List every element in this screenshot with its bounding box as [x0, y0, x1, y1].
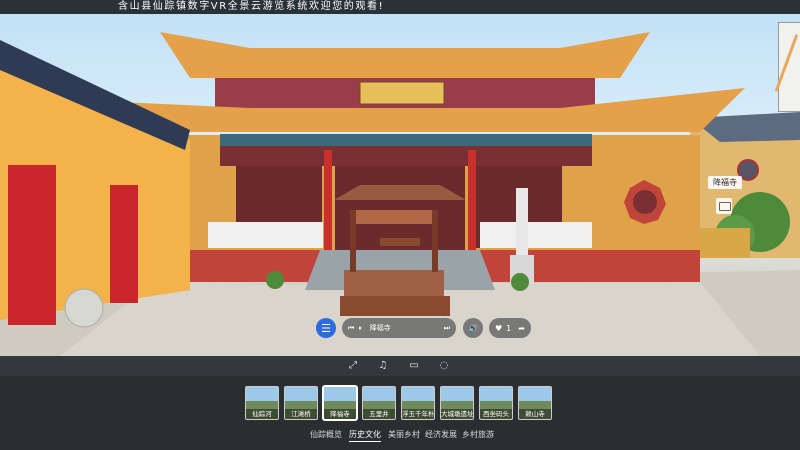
fullscreen-icon[interactable]: ⤢: [346, 360, 360, 372]
heart-icon[interactable]: ♥: [495, 324, 502, 333]
thumbnail-label: 赖山寺: [519, 409, 551, 419]
skip-forward-icon[interactable]: ⏭: [444, 324, 450, 333]
scene-thumbnail[interactable]: 降福寺: [323, 386, 357, 420]
thumbnail-label: 浮玉千年朴树: [402, 409, 434, 419]
thumbnail-label: 降福寺: [324, 409, 356, 419]
track-title: 降福寺: [369, 324, 391, 332]
panorama-view[interactable]: 降福寺: [0, 0, 800, 356]
category-tab[interactable]: 历史文化: [349, 429, 381, 442]
like-count: 1: [506, 323, 512, 333]
category-tab[interactable]: 经济发展: [425, 429, 457, 441]
vr-glasses-icon[interactable]: ▭: [407, 360, 421, 372]
hotspot-image-icon[interactable]: [716, 198, 732, 214]
like-share-pill[interactable]: ♥ 1 ➦: [489, 318, 531, 338]
audio-player[interactable]: ⏮ ⏸ 降福寺 ⏭: [342, 318, 456, 338]
thumbnail-label: 西坐码头: [480, 409, 512, 419]
skip-back-icon[interactable]: ⏮: [348, 324, 354, 333]
minimap[interactable]: [774, 22, 800, 112]
scene-thumbnail[interactable]: 浮玉千年朴树: [401, 386, 435, 420]
scene-thumbnail[interactable]: 大城墩遗址: [440, 386, 474, 420]
scene-thumbnail[interactable]: 赖山寺: [518, 386, 552, 420]
scene-thumbnail[interactable]: 西坐码头: [479, 386, 513, 420]
speaker-icon[interactable]: 🔊: [463, 318, 483, 338]
scene-thumbnail[interactable]: 仙踪河: [245, 386, 279, 420]
top-banner: 含山县仙踪镇数字VR全景云游览系统欢迎您的观看!: [0, 0, 800, 14]
thumbnail-label: 大城墩遗址: [441, 409, 473, 419]
banner-text: 含山县仙踪镇数字VR全景云游览系统欢迎您的观看!: [118, 1, 385, 12]
share-icon[interactable]: ➦: [518, 324, 525, 333]
thumbnail-label: 江滩桥: [285, 409, 317, 419]
hotspot-label[interactable]: 降福寺: [708, 176, 742, 189]
category-tab[interactable]: 美丽乡村: [388, 429, 420, 441]
toolbar: [0, 356, 800, 376]
scene-thumbnail[interactable]: 江滩桥: [284, 386, 318, 420]
music-icon[interactable]: ♫: [376, 360, 390, 372]
category-tab[interactable]: 乡村旅游: [462, 429, 494, 441]
category-tab[interactable]: 仙踪概览: [310, 429, 342, 441]
temple-scene: [0, 32, 800, 356]
gyroscope-icon[interactable]: ◌: [437, 360, 451, 372]
thumbnail-label: 仙踪河: [246, 409, 278, 419]
list-icon[interactable]: ☰: [316, 318, 336, 338]
pause-icon[interactable]: ⏸: [358, 324, 362, 333]
scene-thumbnail[interactable]: 五里井: [362, 386, 396, 420]
thumbnail-label: 五里井: [363, 409, 395, 419]
